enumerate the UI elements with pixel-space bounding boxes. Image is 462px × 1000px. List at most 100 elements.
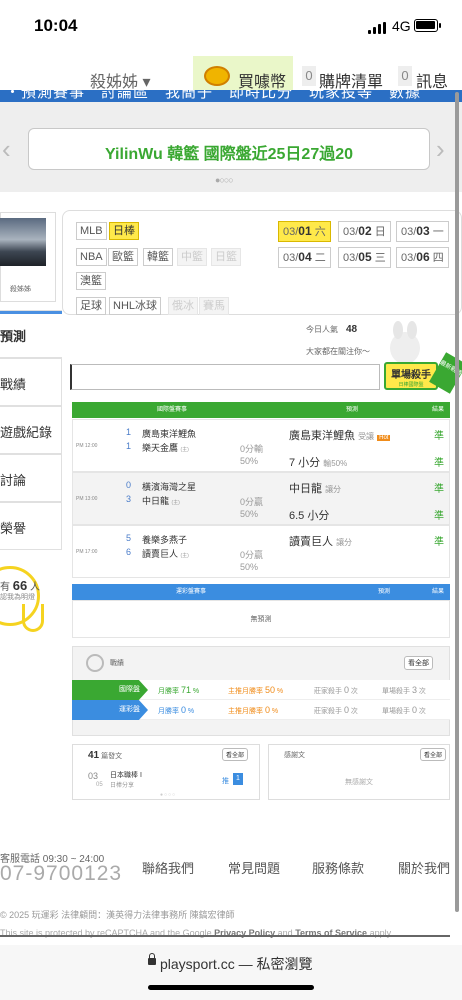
date-tag[interactable]: 03/03 一 bbox=[396, 221, 449, 242]
sport-tag[interactable]: 歐籃 bbox=[108, 248, 138, 266]
announcement-next-button[interactable]: › bbox=[436, 134, 445, 165]
monthly-win-rate: 月勝率 0 % bbox=[158, 705, 195, 715]
footer-link-contact[interactable]: 聯絡我們 bbox=[142, 858, 194, 877]
header-lottery-prediction: 預測 bbox=[378, 589, 391, 595]
date-tag[interactable]: 03/04 二 bbox=[278, 247, 331, 268]
footer-link-faq[interactable]: 常見問題 bbox=[228, 858, 280, 877]
home-score: 3 bbox=[126, 494, 132, 504]
handicap-line: 0分贏 bbox=[240, 497, 264, 507]
thanks-empty-text: 無感謝文 bbox=[345, 779, 373, 786]
sport-tag[interactable]: NBA bbox=[76, 248, 107, 266]
side-tab-predict[interactable]: 預測 bbox=[0, 310, 62, 358]
message-link[interactable]: 訊息 bbox=[416, 68, 448, 92]
single-killer-count: 單場殺手 0 次 bbox=[382, 705, 426, 715]
record-title: 戰績 bbox=[110, 660, 124, 667]
side-tab-game-log[interactable]: 遊戲紀錄 bbox=[0, 406, 62, 454]
url-text[interactable]: playsport.cc — 私密瀏覽 bbox=[160, 954, 312, 974]
record-view-all-button[interactable]: 看全部 bbox=[404, 656, 433, 670]
signal-icon bbox=[368, 22, 386, 34]
away-score: 5 bbox=[126, 533, 132, 543]
away-team: 橫濱海灣之星 bbox=[142, 482, 197, 492]
header-lottery-result: 結果 bbox=[432, 589, 445, 595]
sport-tag[interactable]: 足球 bbox=[76, 297, 106, 315]
prediction-spread: 中日龍 讓分 bbox=[289, 483, 342, 495]
handicap-line: 0分贏 bbox=[240, 550, 264, 560]
result-total: 準 bbox=[434, 511, 444, 522]
lightbulb-icon bbox=[22, 604, 44, 632]
result-total: 準 bbox=[434, 458, 444, 469]
sport-tag[interactable]: NHL冰球 bbox=[109, 297, 162, 315]
posts-view-all-button[interactable]: 看全部 bbox=[222, 748, 249, 761]
away-score: 0 bbox=[126, 480, 132, 490]
post-month: 03 bbox=[88, 771, 99, 781]
footer-link-about[interactable]: 關於我們 bbox=[398, 858, 450, 877]
sport-tag[interactable]: 澳籃 bbox=[76, 272, 106, 290]
sport-tag[interactable]: 韓籃 bbox=[143, 248, 173, 266]
away-team: 廣島東洋鯉魚 bbox=[142, 429, 197, 439]
sport-tag[interactable]: 日棒 bbox=[109, 222, 139, 240]
coin-icon bbox=[204, 66, 230, 86]
banker-killer-count: 莊家殺手 0 次 bbox=[314, 705, 358, 715]
sport-tag: 日籃 bbox=[211, 248, 241, 266]
lock-icon bbox=[148, 953, 156, 965]
home-indicator bbox=[148, 985, 314, 990]
handicap-line: 0分輸 bbox=[240, 444, 264, 454]
home-team: 樂天金鷹 (主) bbox=[142, 443, 189, 453]
footer-link-terms[interactable]: 服務條款 bbox=[312, 858, 364, 877]
away-score: 1 bbox=[126, 427, 132, 437]
announcement-text[interactable]: YilinWu 韓籃 國際盤近25日27過20 bbox=[28, 140, 430, 164]
side-tab-record[interactable]: 戰績 bbox=[0, 358, 62, 406]
user-menu[interactable]: 殺姊姊 ▾ bbox=[90, 68, 150, 92]
main-menu-strip[interactable]: ・預測賽事 討論區 我簡子 即時比分 玩家投等 數據 bbox=[0, 90, 462, 102]
record-icon bbox=[86, 654, 104, 672]
side-tab-discussion[interactable]: 討論 bbox=[0, 454, 62, 502]
date-tag[interactable]: 03/05 三 bbox=[338, 247, 391, 268]
record-category-label: 國際盤 bbox=[72, 680, 148, 700]
watching-text: 大家都在關注你～ bbox=[306, 347, 370, 356]
thanks-view-all-button[interactable]: 看全部 bbox=[420, 748, 447, 761]
single-killer-count: 單場殺手 3 次 bbox=[382, 685, 426, 695]
main-pick-win-rate: 主推月勝率 0 % bbox=[228, 705, 279, 715]
single-game-killer-badge: 單場殺手 日棒國際盤 bbox=[384, 362, 438, 390]
footer-phone[interactable]: 07-9700123 bbox=[0, 862, 122, 886]
announcement-prev-button[interactable]: ‹ bbox=[2, 134, 11, 165]
handicap-percent: 50% bbox=[240, 456, 259, 466]
lottery-table-header bbox=[72, 584, 450, 600]
sport-tag: 俄冰 bbox=[168, 297, 198, 315]
header-match: 國際盤賽事 bbox=[157, 407, 188, 413]
monthly-win-rate: 月勝率 71 % bbox=[158, 685, 200, 695]
posts-title: 41 篇發文 bbox=[88, 750, 123, 761]
match-table-header bbox=[72, 402, 450, 418]
lamp-vote-count: 有 66 人 bbox=[0, 578, 41, 593]
prediction-spread: 廣島東洋鯉魚 受讓 Hot bbox=[289, 430, 391, 442]
post-day: 05 bbox=[96, 782, 103, 788]
network-type: 4G bbox=[392, 18, 411, 34]
date-tag[interactable]: 03/02 日 bbox=[338, 221, 391, 242]
sport-tag[interactable]: MLB bbox=[76, 222, 107, 240]
date-tag[interactable]: 03/06 四 bbox=[396, 247, 449, 268]
sport-tag: 中籃 bbox=[177, 248, 207, 266]
prediction-total: 7 小分 輸50% bbox=[289, 457, 348, 469]
handicap-percent: 50% bbox=[240, 562, 259, 572]
banker-killer-count: 莊家殺手 0 次 bbox=[314, 685, 358, 695]
thanks-title: 感謝文 bbox=[284, 752, 305, 759]
header-result: 結果 bbox=[432, 407, 445, 413]
posts-pager: ●○○○ bbox=[160, 792, 177, 798]
mascot-icon bbox=[390, 321, 420, 364]
message-count-badge: 0 bbox=[398, 66, 412, 86]
prediction-input[interactable] bbox=[70, 364, 380, 390]
coin-label[interactable]: 買噱幣 bbox=[238, 68, 286, 92]
announcement-pager: ●○○○ bbox=[215, 175, 234, 185]
scrollbar[interactable] bbox=[455, 92, 459, 912]
lottery-empty-text: 無預測 bbox=[250, 616, 272, 623]
cart-link[interactable]: 購牌清單 bbox=[319, 68, 383, 92]
home-score: 6 bbox=[126, 547, 132, 557]
copyright-text: © 2025 玩運彩 法律顧問：漢英得力法律事務所 陳鎬宏律師 bbox=[0, 910, 235, 920]
lamp-vote-subtitle: 認我為明燈 bbox=[0, 594, 35, 601]
divider bbox=[0, 935, 450, 937]
side-tab-honor[interactable]: 榮譽 bbox=[0, 502, 62, 550]
post-title[interactable]: 日本職棒 I bbox=[110, 770, 142, 780]
date-tag[interactable]: 03/01 六 bbox=[278, 221, 331, 242]
home-score: 1 bbox=[126, 441, 132, 451]
header-lottery-match: 運彩盤賽事 bbox=[176, 589, 207, 595]
